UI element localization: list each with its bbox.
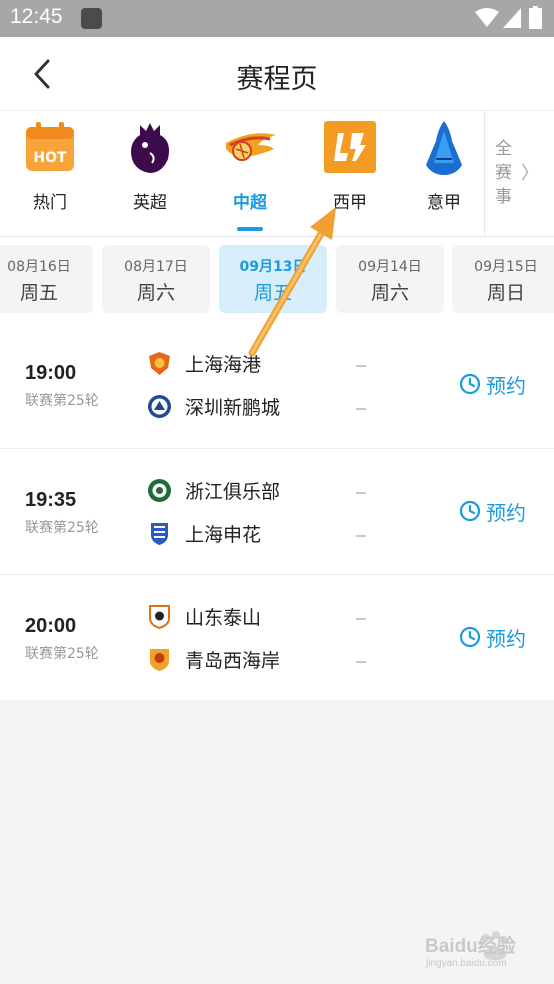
- tab-serie-a[interactable]: 意甲: [394, 111, 494, 237]
- tab-serie-a-label: 意甲: [427, 193, 461, 213]
- home-score: [356, 618, 366, 620]
- match-time: 20:00: [25, 615, 77, 637]
- reserve-label: 预约: [486, 501, 526, 525]
- clock-icon: [459, 373, 481, 395]
- date-tab[interactable]: 09月15日 周日: [452, 245, 554, 313]
- notification-app-icon: [81, 8, 102, 29]
- csl-ball-icon: [226, 133, 276, 161]
- premier-league-lion-icon: [131, 123, 169, 173]
- away-score: [356, 661, 366, 663]
- status-bar: 12:45: [0, 0, 554, 37]
- reserve-label: 预约: [486, 374, 526, 398]
- watermark-text: Baidu经验: [425, 936, 516, 957]
- clock-icon: [459, 500, 481, 522]
- date-tab-selected[interactable]: 09月13日 周五: [219, 245, 327, 313]
- serie-a-icon: [426, 121, 462, 175]
- match-list: 19:00 联赛第25轮 上海海港 深圳新鹏城 预约 19:35 联赛第25轮 …: [0, 322, 554, 700]
- active-tab-indicator: [237, 227, 263, 231]
- all-events-button[interactable]: 全赛事: [495, 137, 523, 209]
- match-time: 19:35: [25, 489, 77, 511]
- status-time: 12:45: [10, 5, 63, 28]
- match-row[interactable]: 20:00 联赛第25轮 山东泰山 青岛西海岸 预约: [0, 574, 554, 700]
- reserve-label: 预约: [486, 627, 526, 651]
- date-tab-date: 08月16日: [7, 259, 71, 275]
- shandong-taishan-badge-icon: [149, 605, 170, 629]
- battery-icon: [529, 6, 542, 29]
- team-name: 深圳新鹏城: [185, 397, 281, 419]
- team-name: 浙江俱乐部: [185, 481, 281, 503]
- date-tab-weekday: 周六: [370, 282, 409, 304]
- match-round: 联赛第25轮: [25, 646, 99, 662]
- tab-hot[interactable]: HOT 热门: [0, 111, 100, 237]
- shanghai-shenhua-badge-icon: [151, 523, 168, 545]
- watermark-url: jingyan.baidu.com: [426, 958, 507, 969]
- laliga-icon: [324, 121, 376, 173]
- date-tab[interactable]: 08月16日 周五: [0, 245, 93, 313]
- tab-premier-league-label: 英超: [133, 193, 167, 213]
- clock-icon: [459, 626, 481, 648]
- hot-calendar-icon: HOT: [26, 122, 74, 171]
- date-tab[interactable]: 08月17日 周六: [102, 245, 210, 313]
- date-tab-weekday: 周五: [253, 282, 292, 304]
- team-name: 上海海港: [185, 354, 262, 376]
- match-time: 19:00: [25, 362, 77, 384]
- shenzhen-badge-icon: [148, 395, 171, 418]
- date-tab-date: 09月15日: [474, 259, 538, 275]
- qingdao-badge-icon: [150, 649, 169, 671]
- date-tab-weekday: 周六: [136, 282, 175, 304]
- home-score: [356, 492, 366, 494]
- tab-csl[interactable]: 中超: [200, 111, 300, 237]
- signal-icon: [503, 8, 521, 28]
- date-tab-bar: 08月16日 周五 08月17日 周六 09月13日 周五 09月14日 周六 …: [0, 237, 554, 322]
- date-tab[interactable]: 09月14日 周六: [336, 245, 444, 313]
- date-tab-weekday: 周日: [486, 282, 525, 304]
- team-name: 山东泰山: [185, 607, 262, 629]
- date-tab-weekday: 周五: [19, 282, 58, 304]
- date-tab-date: 09月14日: [358, 259, 422, 275]
- tab-hot-label: 热门: [33, 193, 67, 213]
- tab-divider: [484, 111, 485, 237]
- wifi-icon: [475, 8, 499, 27]
- away-score: [356, 535, 366, 537]
- tab-premier-league[interactable]: 英超: [100, 111, 200, 237]
- app-header: 赛程页: [0, 37, 554, 111]
- match-round: 联赛第25轮: [25, 520, 99, 536]
- svg-text:HOT: HOT: [33, 150, 67, 166]
- match-row[interactable]: 19:00 联赛第25轮 上海海港 深圳新鹏城 预约: [0, 322, 554, 448]
- match-row[interactable]: 19:35 联赛第25轮 浙江俱乐部 上海申花 预约: [0, 448, 554, 574]
- team-name: 上海申花: [185, 524, 262, 546]
- tab-csl-label: 中超: [233, 193, 267, 213]
- match-round: 联赛第25轮: [25, 393, 99, 409]
- tab-laliga[interactable]: 西甲: [300, 111, 400, 237]
- chevron-right-icon: 〉: [521, 163, 539, 184]
- tab-laliga-label: 西甲: [333, 193, 367, 213]
- page-title: 赛程页: [236, 64, 318, 95]
- away-score: [356, 408, 366, 410]
- home-score: [356, 365, 366, 367]
- shanghai-port-badge-icon: [149, 352, 170, 375]
- date-tab-date: 08月17日: [124, 259, 188, 275]
- date-tab-date: 09月13日: [239, 259, 307, 275]
- league-tab-bar: HOT 热门 英超 中超 西甲 意甲 全赛事 〉: [0, 111, 554, 237]
- team-name: 青岛西海岸: [185, 650, 281, 672]
- zhejiang-badge-icon: [148, 479, 171, 502]
